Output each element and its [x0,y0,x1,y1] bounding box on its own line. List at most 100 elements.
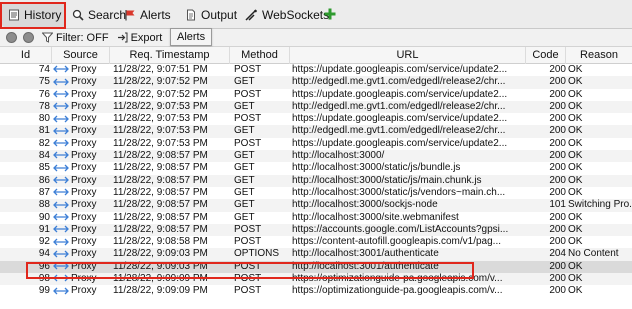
table-row[interactable]: 78 Proxy 11/28/22, 9:07:53 PM GET http://edg… [0,100,632,114]
proxy-arrow-icon [53,287,69,295]
table-row[interactable]: 87 Proxy 11/28/22, 9:08:57 PM GET http://loc… [0,187,632,199]
row-code: 200 [549,174,566,186]
row-code: 200 [549,211,566,223]
table-row[interactable]: 82 Proxy 11/28/22, 9:07:53 PM POST https://u… [0,138,632,150]
row-id: 87 [38,186,50,198]
row-method: GET [234,76,255,88]
table-header: Id Source Req. Timestamp Method URL Code… [0,47,632,64]
row-timestamp: 11/28/22, 9:09:03 PM [113,248,208,260]
row-timestamp: 11/28/22, 9:08:57 PM [113,199,208,211]
table-row[interactable]: 86 Proxy 11/28/22, 9:08:57 PM GET http://loc… [0,174,632,187]
row-method: OPTIONS [234,248,280,260]
stop-icon[interactable] [23,32,34,43]
filter-button[interactable]: Filter: OFF [42,32,109,44]
row-source: Proxy [53,285,107,297]
proxy-arrow-icon [53,127,69,135]
row-id: 99 [38,285,50,297]
row-id: 94 [38,248,50,260]
clear-icon[interactable] [6,32,17,43]
row-code: 200 [549,273,566,285]
table-row[interactable]: 91 Proxy 11/28/22, 9:08:57 PM POST https://a… [0,223,632,237]
source-label: Proxy [71,223,97,235]
table-row[interactable]: 75 Proxy 11/28/22, 9:07:52 PM GET http://edg… [0,76,632,89]
proxy-arrow-icon [53,201,69,209]
row-id: 80 [38,113,50,125]
row-url: http://edgedl.me.gvt1.com/edgedl/release… [292,125,506,137]
row-reason: OK [568,260,583,272]
table-row[interactable]: 92 Proxy 11/28/22, 9:08:58 PM POST https://c… [0,236,632,248]
row-code: 101 [549,199,566,211]
table-row[interactable]: 80 Proxy 11/28/22, 9:07:53 PM POST https://u… [0,113,632,125]
column-header-source[interactable]: Source [52,47,110,64]
row-code: 200 [549,88,566,100]
row-id: 92 [38,236,50,248]
source-label: Proxy [71,199,97,211]
table-row[interactable]: 85 Proxy 11/28/22, 9:08:57 PM GET http://loc… [0,162,632,174]
table-row[interactable]: 74 Proxy 11/28/22, 9:07:51 PM POST https://u… [0,64,632,76]
tab-label: Output [201,8,238,22]
row-reason: Switching Pro... [568,199,632,211]
row-reason: OK [568,125,583,137]
row-url: http://edgedl.me.gvt1.com/edgedl/release… [292,100,506,112]
column-header-method[interactable]: Method [230,47,290,64]
row-reason: OK [568,76,583,88]
row-url: http://localhost:3000/site.webmanifest [292,211,459,223]
add-tab-button[interactable] [318,3,342,27]
row-code: 200 [549,125,566,137]
row-source: Proxy [53,125,107,137]
row-code: 200 [549,285,566,297]
table-row[interactable]: 90 Proxy 11/28/22, 9:08:57 PM GET http://loc… [0,212,632,224]
row-timestamp: 11/28/22, 9:07:52 PM [113,88,208,100]
row-url: http://localhost:3000/sockjs-node [292,199,438,211]
flag-icon [124,9,136,21]
column-header-timestamp[interactable]: Req. Timestamp [110,47,230,64]
row-code: 200 [549,236,566,248]
proxy-arrow-icon [53,151,69,159]
source-label: Proxy [71,186,97,198]
row-url: https://update.googleapis.com/service/up… [292,64,508,75]
row-source: Proxy [53,187,107,199]
row-id: 74 [38,64,50,75]
source-label: Proxy [71,162,97,174]
row-url: https://accounts.google.com/ListAccounts… [292,223,509,235]
row-timestamp: 11/28/22, 9:08:57 PM [113,223,208,235]
row-url: https://optimizationguide-pa.googleapis.… [292,285,503,297]
row-method: GET [234,125,255,137]
table-row[interactable]: 94 Proxy 11/28/22, 9:09:03 PM OPTIONS http:/… [0,248,632,261]
column-header-url[interactable]: URL [290,47,526,64]
row-timestamp: 11/28/22, 9:08:57 PM [113,174,208,186]
row-source: Proxy [53,248,107,260]
export-button[interactable]: Export [117,32,162,44]
selected-row-highlight [26,262,474,279]
tab-alerts[interactable]: Alerts [118,3,172,27]
row-method: GET [234,174,255,186]
column-header-id[interactable]: Id [0,47,52,64]
row-timestamp: 11/28/22, 9:07:53 PM [113,100,208,112]
row-url: https://update.googleapis.com/service/up… [292,137,508,149]
tab-search[interactable]: Search [66,3,126,27]
column-header-code[interactable]: Code [526,47,566,64]
source-label: Proxy [71,211,97,223]
row-reason: OK [568,162,583,174]
row-source: Proxy [53,101,107,113]
table-row[interactable]: 81 Proxy 11/28/22, 9:07:53 PM GET http://edg… [0,125,632,138]
row-timestamp: 11/28/22, 9:07:53 PM [113,125,208,137]
row-method: POST [234,88,262,100]
source-label: Proxy [71,64,97,75]
row-url: http://localhost:3000/static/js/bundle.j… [292,162,461,174]
row-id: 88 [38,199,50,211]
source-label: Proxy [71,113,97,125]
source-label: Proxy [71,248,97,260]
row-method: POST [234,113,262,125]
table-row[interactable]: 99 Proxy 11/28/22, 9:09:09 PM POST https://o… [0,285,632,297]
websocket-icon [245,9,258,21]
column-header-reason[interactable]: Reason [566,47,632,64]
row-id: 85 [38,162,50,174]
table-row[interactable]: 88 Proxy 11/28/22, 9:08:57 PM GET http://loc… [0,199,632,212]
row-source: Proxy [53,175,107,187]
tab-output[interactable]: Output [179,3,239,27]
table-row[interactable]: 76 Proxy 11/28/22, 9:07:52 PM POST https://u… [0,89,632,101]
row-code: 200 [549,76,566,88]
source-label: Proxy [71,137,97,149]
table-row[interactable]: 84 Proxy 11/28/22, 9:08:57 PM GET http://loc… [0,150,632,163]
